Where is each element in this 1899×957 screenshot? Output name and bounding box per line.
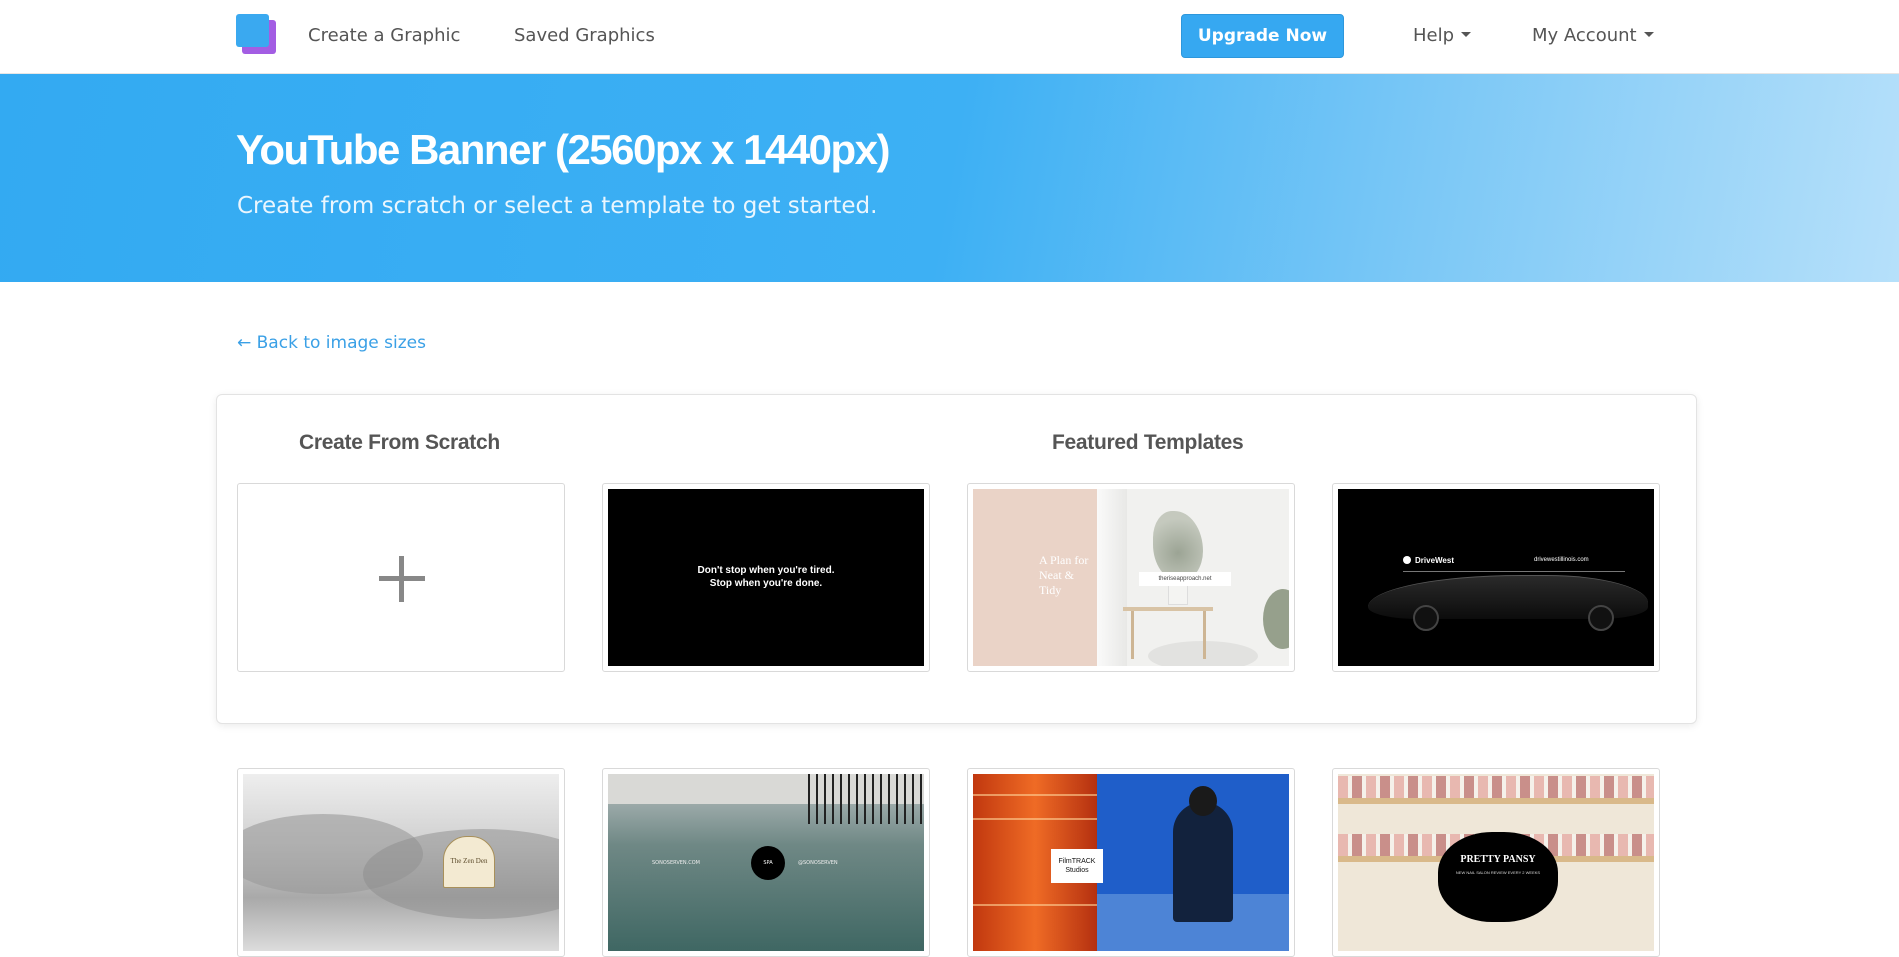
template-card-neat-tidy[interactable]: A Plan for Neat & Tidy theriseapproach.n… bbox=[967, 483, 1295, 672]
template-card-zen-den[interactable]: The Zen Den bbox=[237, 768, 565, 957]
divider bbox=[1403, 571, 1625, 572]
chevron-down-icon bbox=[1461, 31, 1472, 37]
create-from-scratch-heading: Create From Scratch bbox=[299, 431, 500, 454]
my-account-label: My Account bbox=[1532, 25, 1637, 46]
template-quote-text: Don't stop when you're tired. Stop when … bbox=[608, 564, 924, 590]
upgrade-now-button[interactable]: Upgrade Now bbox=[1181, 14, 1344, 58]
car-wheel bbox=[1413, 605, 1439, 631]
brand-name: DriveWest bbox=[1415, 556, 1454, 565]
curtain bbox=[1097, 489, 1127, 666]
template-badge-text: The Zen Den bbox=[443, 836, 495, 888]
template-card-text: FilmTRACK Studios bbox=[1051, 849, 1103, 883]
plant-image bbox=[1153, 511, 1203, 581]
help-label: Help bbox=[1413, 25, 1455, 46]
plus-icon-vertical bbox=[399, 556, 404, 602]
chevron-down-icon bbox=[1643, 31, 1654, 37]
template-thumbnail: Don't stop when you're tired. Stop when … bbox=[608, 489, 924, 666]
template-card-pool[interactable]: SONOSERVEN.COM SPA @SONOSERVEN bbox=[602, 768, 930, 957]
back-to-image-sizes-link[interactable]: ← Back to image sizes bbox=[237, 333, 426, 353]
railing-image bbox=[808, 774, 924, 824]
quote-line-2: Stop when you're done. bbox=[709, 578, 823, 589]
nav-create-graphic[interactable]: Create a Graphic bbox=[308, 25, 460, 46]
app-logo[interactable] bbox=[236, 14, 278, 54]
template-left-text: SONOSERVEN.COM bbox=[652, 860, 700, 866]
template-thumbnail: PRETTY PANSY NEW NAIL SALON REVIEW EVERY… bbox=[1338, 774, 1654, 951]
template-thumbnail: FilmTRACK Studios bbox=[973, 774, 1289, 951]
quote-line-1: Don't stop when you're tired. bbox=[697, 565, 835, 576]
table-leg bbox=[1131, 611, 1134, 659]
template-thumbnail: The Zen Den bbox=[243, 774, 559, 951]
template-badge: PRETTY PANSY NEW NAIL SALON REVIEW EVERY… bbox=[1438, 832, 1558, 922]
table-image bbox=[1123, 607, 1213, 611]
logo-front-square bbox=[236, 14, 269, 47]
nav-saved-graphics[interactable]: Saved Graphics bbox=[514, 25, 655, 46]
top-navbar: Create a Graphic Saved Graphics Upgrade … bbox=[0, 0, 1899, 74]
template-heading-text: A Plan for Neat & Tidy bbox=[1039, 553, 1089, 597]
template-brand: DriveWest bbox=[1403, 555, 1454, 565]
light-stripe bbox=[973, 794, 1097, 796]
hero-banner: YouTube Banner (2560px x 1440px) Create … bbox=[0, 74, 1899, 282]
template-subtitle: NEW NAIL SALON REVIEW EVERY 2 WEEKS bbox=[1455, 870, 1541, 875]
page-subtitle: Create from scratch or select a template… bbox=[237, 193, 878, 219]
template-card-pretty-pansy[interactable]: PRETTY PANSY NEW NAIL SALON REVIEW EVERY… bbox=[1332, 768, 1660, 957]
table-leg bbox=[1203, 611, 1206, 659]
template-thumbnail: A Plan for Neat & Tidy theriseapproach.n… bbox=[973, 489, 1289, 666]
template-center-badge: SPA bbox=[751, 846, 785, 880]
bottles-row bbox=[1338, 776, 1654, 798]
light-stripe bbox=[973, 818, 1097, 820]
car-wheel bbox=[1588, 605, 1614, 631]
person-image bbox=[1173, 802, 1233, 922]
template-url-label: theriseapproach.net bbox=[1139, 572, 1231, 586]
template-thumbnail: DriveWest drivewestillinois.com bbox=[1338, 489, 1654, 666]
my-account-dropdown[interactable]: My Account bbox=[1532, 25, 1654, 46]
brand-logo-icon bbox=[1403, 555, 1411, 564]
shelf bbox=[1338, 798, 1654, 804]
page-title: YouTube Banner (2560px x 1440px) bbox=[236, 126, 891, 173]
create-from-scratch-button[interactable] bbox=[237, 483, 565, 672]
template-title: PRETTY PANSY bbox=[1460, 854, 1536, 865]
template-card-quote[interactable]: Don't stop when you're tired. Stop when … bbox=[602, 483, 930, 672]
template-card-filmtrack[interactable]: FilmTRACK Studios bbox=[967, 768, 1295, 957]
template-site-text: drivewestillinois.com bbox=[1534, 557, 1589, 563]
person-head bbox=[1189, 786, 1217, 816]
template-thumbnail: SONOSERVEN.COM SPA @SONOSERVEN bbox=[608, 774, 924, 951]
help-dropdown[interactable]: Help bbox=[1413, 25, 1472, 46]
side-plant-image bbox=[1263, 589, 1289, 649]
featured-templates-heading: Featured Templates bbox=[1052, 431, 1244, 454]
light-stripe bbox=[973, 904, 1097, 906]
template-right-text: @SONOSERVEN bbox=[798, 860, 838, 866]
template-card-drivewest[interactable]: DriveWest drivewestillinois.com bbox=[1332, 483, 1660, 672]
